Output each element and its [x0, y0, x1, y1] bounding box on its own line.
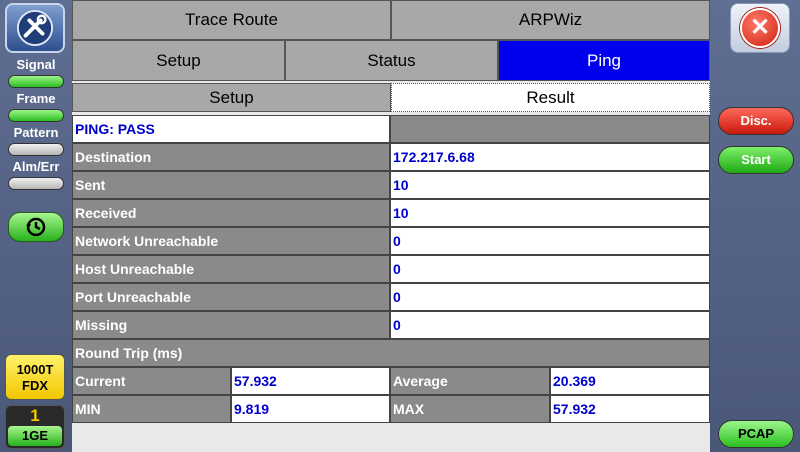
average-value: 20.369	[550, 367, 710, 395]
port-unreachable-label: Port Unreachable	[72, 283, 390, 311]
speed-line1: 1000T	[16, 362, 54, 377]
tab-trace-route[interactable]: Trace Route	[72, 0, 391, 40]
host-unreachable-label: Host Unreachable	[72, 255, 390, 283]
history-icon	[26, 217, 46, 237]
received-label: Received	[72, 199, 390, 227]
tab-setup[interactable]: Setup	[72, 40, 285, 81]
received-value: 10	[390, 199, 710, 227]
pattern-indicator[interactable]	[8, 143, 64, 156]
current-value: 57.932	[231, 367, 390, 395]
max-value: 57.932	[550, 395, 710, 423]
max-label: MAX	[390, 395, 550, 423]
sent-value: 10	[390, 171, 710, 199]
sent-label: Sent	[72, 171, 390, 199]
history-button[interactable]	[8, 212, 64, 242]
left-sidebar: Signal Frame Pattern Alm/Err 1000T FDX 1…	[0, 0, 72, 452]
close-button[interactable]: ✕	[730, 3, 790, 53]
destination-value: 172.217.6.68	[390, 143, 710, 171]
signal-indicator[interactable]	[8, 75, 64, 88]
destination-label: Destination	[72, 143, 390, 171]
subtab-result[interactable]: Result	[391, 83, 710, 112]
port-speed: 1GE	[8, 426, 62, 446]
port-button[interactable]: 1 1GE	[5, 405, 65, 449]
tab-status[interactable]: Status	[285, 40, 498, 81]
frame-label: Frame	[16, 91, 56, 106]
host-unreachable-value: 0	[390, 255, 710, 283]
round-trip-header: Round Trip (ms)	[72, 339, 710, 367]
tab-arpwiz[interactable]: ARPWiz	[391, 0, 710, 40]
pcap-button[interactable]: PCAP	[718, 420, 794, 448]
network-unreachable-label: Network Unreachable	[72, 227, 390, 255]
tools-home-button[interactable]	[5, 3, 65, 53]
main-panel: Trace Route ARPWiz Setup Status Ping Set…	[72, 0, 710, 452]
missing-value: 0	[390, 311, 710, 339]
min-label: MIN	[72, 395, 231, 423]
right-sidebar: ✕ Disc. Start PCAP	[710, 0, 800, 452]
port-number: 1	[6, 406, 64, 426]
link-speed-button[interactable]: 1000T FDX	[5, 354, 65, 400]
min-value: 9.819	[231, 395, 390, 423]
tools-icon	[16, 9, 54, 47]
close-icon: ✕	[740, 8, 780, 48]
ping-status: PING: PASS	[72, 115, 390, 143]
frame-indicator[interactable]	[8, 109, 64, 122]
average-label: Average	[390, 367, 550, 395]
start-button[interactable]: Start	[718, 146, 794, 174]
alm-err-label: Alm/Err	[12, 159, 60, 174]
signal-label: Signal	[16, 57, 56, 72]
disconnect-button[interactable]: Disc.	[718, 107, 794, 135]
subtab-setup[interactable]: Setup	[72, 83, 391, 112]
tab-ping[interactable]: Ping	[498, 40, 710, 81]
pattern-label: Pattern	[13, 125, 59, 140]
speed-line2: FDX	[22, 378, 48, 393]
network-unreachable-value: 0	[390, 227, 710, 255]
current-label: Current	[72, 367, 231, 395]
port-unreachable-value: 0	[390, 283, 710, 311]
status-blank	[390, 115, 710, 143]
missing-label: Missing	[72, 311, 390, 339]
alm-err-indicator[interactable]	[8, 177, 64, 190]
